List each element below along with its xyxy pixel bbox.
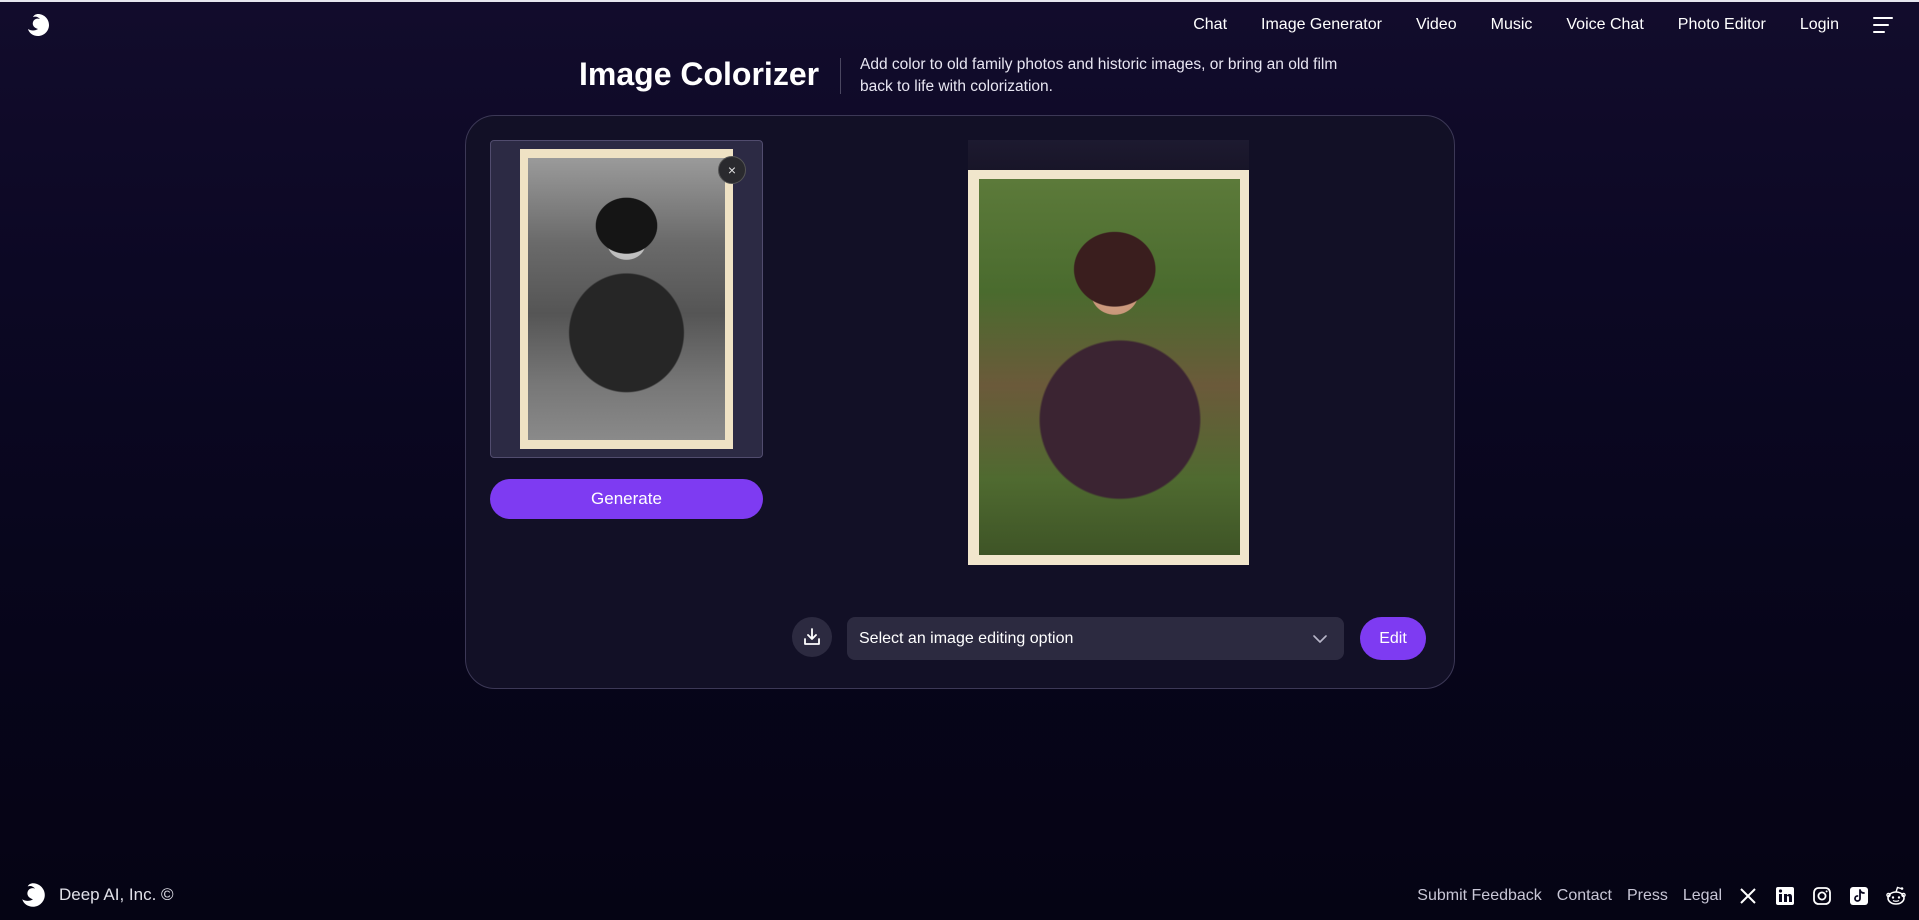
tiktok-icon[interactable]	[1848, 885, 1870, 907]
nav-login[interactable]: Login	[1800, 16, 1839, 34]
nav-music[interactable]: Music	[1491, 16, 1533, 34]
edit-button[interactable]: Edit	[1360, 617, 1426, 660]
main-nav: Chat Image Generator Video Music Voice C…	[1193, 2, 1919, 48]
result-header	[968, 140, 1249, 170]
nav-voice-chat[interactable]: Voice Chat	[1566, 16, 1643, 34]
generate-button[interactable]: Generate	[490, 479, 763, 519]
footer-copyright: Deep AI, Inc. ©	[59, 885, 174, 904]
deepai-logo-icon[interactable]	[18, 880, 48, 910]
footer-links: Submit Feedback Contact Press Legal	[1417, 882, 1919, 910]
footer-link-press[interactable]: Press	[1627, 887, 1668, 905]
reddit-icon[interactable]	[1885, 885, 1907, 907]
footer-link-legal[interactable]: Legal	[1683, 887, 1722, 905]
nav-photo-editor[interactable]: Photo Editor	[1678, 16, 1766, 34]
footer-link-submit-feedback[interactable]: Submit Feedback	[1417, 887, 1542, 905]
page-title: Image Colorizer	[579, 56, 820, 92]
nav-video[interactable]: Video	[1416, 16, 1457, 34]
linkedin-icon[interactable]	[1774, 885, 1796, 907]
editing-option-select[interactable]: Select an image editing option	[847, 617, 1344, 660]
uploaded-photo-image	[528, 158, 725, 440]
title-divider	[840, 58, 841, 94]
nav-image-generator[interactable]: Image Generator	[1261, 16, 1382, 34]
top-bar: Chat Image Generator Video Music Voice C…	[0, 0, 1919, 48]
colorized-result-image	[979, 179, 1240, 555]
chevron-down-icon	[1313, 634, 1327, 643]
download-icon	[804, 628, 820, 645]
page-subtitle: Add color to old family photos and histo…	[860, 56, 1338, 95]
editing-option-selected: Select an image editing option	[859, 629, 1074, 647]
deepai-logo-icon[interactable]	[24, 11, 52, 39]
instagram-icon[interactable]	[1811, 885, 1833, 907]
nav-chat[interactable]: Chat	[1193, 16, 1227, 34]
x-icon[interactable]	[1737, 885, 1759, 907]
uploaded-photo	[520, 149, 733, 449]
download-button[interactable]	[792, 617, 832, 657]
remove-image-button[interactable]: ×	[718, 156, 746, 184]
hamburger-menu-icon[interactable]	[1873, 17, 1895, 33]
colorized-result-photo	[968, 170, 1249, 565]
footer-link-contact[interactable]: Contact	[1557, 887, 1612, 905]
